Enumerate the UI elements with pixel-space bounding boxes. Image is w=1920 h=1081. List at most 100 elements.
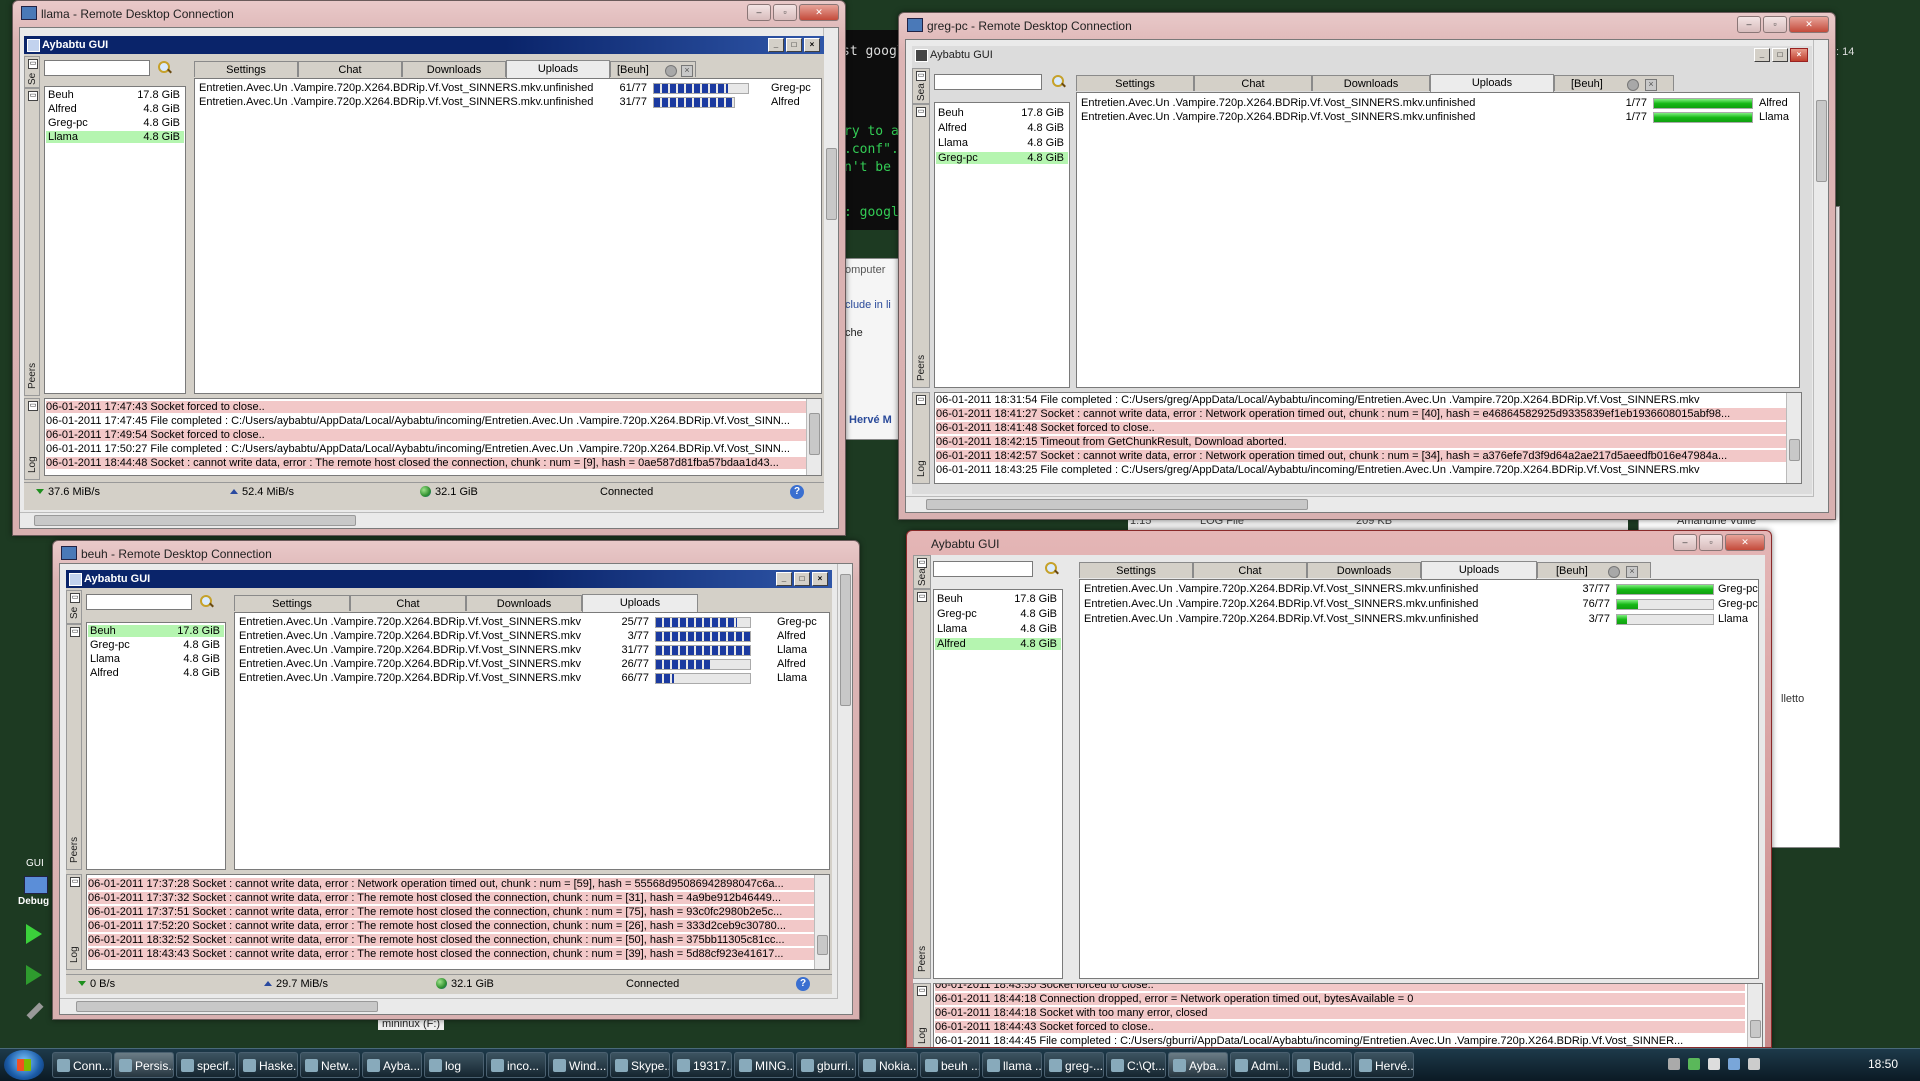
taskbar-item[interactable]: 19317... <box>672 1052 732 1078</box>
tab-chat[interactable]: Chat <box>1193 562 1307 578</box>
taskbar-item[interactable]: inco... <box>486 1052 546 1078</box>
peers-dock-tab[interactable]: ▭ Peers <box>913 589 931 979</box>
pin-icon[interactable]: ▭ <box>916 395 926 405</box>
tab-beuh[interactable]: [Beuh] × <box>1537 562 1651 578</box>
tab-chat[interactable]: Chat <box>298 61 402 77</box>
taskbar-item[interactable]: MING... <box>734 1052 794 1078</box>
rdp-window-greg-pc[interactable]: greg-pc - Remote Desktop Connection – ▫ … <box>898 12 1836 520</box>
upload-row[interactable]: Entretien.Avec.Un .Vampire.720p.X264.BDR… <box>237 616 827 628</box>
peer-row[interactable]: Beuh 17.8 GiB <box>935 593 1061 605</box>
app-maximize-button[interactable]: □ <box>786 38 802 52</box>
pin-icon[interactable]: ▭ <box>917 986 927 996</box>
taskbar-item[interactable]: log <box>424 1052 484 1078</box>
peers-dock-tab[interactable]: ▭ Peers <box>24 88 40 396</box>
pin-icon[interactable]: ▭ <box>70 877 80 887</box>
search-icon[interactable] <box>156 60 172 76</box>
upload-row[interactable]: Entretien.Avec.Un .Vampire.720p.X264.BDR… <box>1082 583 1758 595</box>
local-aybabtu-window[interactable]: Aybabtu GUI – ▫ ✕ ▭ Sea ▭ Peers Beuh 17.8 G… <box>906 530 1772 1048</box>
start-button[interactable] <box>4 1050 44 1080</box>
rdp-vertical-scrollbar[interactable] <box>1813 40 1828 496</box>
network-icon[interactable] <box>1728 1058 1740 1070</box>
taskbar-item[interactable]: Budd... <box>1292 1052 1352 1078</box>
taskbar-item[interactable]: Admi... <box>1230 1052 1290 1078</box>
clock[interactable]: 18:50 <box>1868 1057 1898 1071</box>
maximize-button[interactable]: ▫ <box>1699 534 1723 551</box>
search-input[interactable] <box>44 60 150 76</box>
tab-downloads[interactable]: Downloads <box>1312 75 1430 91</box>
tab-downloads[interactable]: Downloads <box>466 595 582 611</box>
pin-icon[interactable]: ▭ <box>28 401 38 411</box>
log-scrollbar[interactable] <box>1747 984 1762 1047</box>
app-maximize-button[interactable]: □ <box>1772 48 1788 62</box>
rdp-vertical-scrollbar[interactable] <box>837 564 852 998</box>
taskbar-item[interactable]: llama ... <box>982 1052 1042 1078</box>
tray-icon[interactable] <box>1688 1058 1700 1070</box>
rdp-horizontal-scrollbar[interactable] <box>906 496 1814 511</box>
peer-row[interactable]: Llama 4.8 GiB <box>935 623 1061 635</box>
debug-icon[interactable] <box>24 876 48 894</box>
close-tab-icon[interactable]: × <box>1645 79 1657 91</box>
close-tab-icon[interactable]: × <box>1626 566 1638 578</box>
rdp-vertical-scrollbar[interactable] <box>823 28 838 512</box>
peer-row[interactable]: Beuh 17.8 GiB <box>46 89 184 101</box>
upload-row[interactable]: Entretien.Avec.Un .Vampire.720p.X264.BDR… <box>1079 111 1797 123</box>
log-dock-tab[interactable]: ▭ Log <box>912 392 930 484</box>
pin-icon[interactable]: ▭ <box>70 627 80 637</box>
taskbar-item[interactable]: Skype... <box>610 1052 670 1078</box>
maximize-button[interactable]: ▫ <box>773 4 797 21</box>
app-maximize-button[interactable]: □ <box>794 572 810 586</box>
tab-beuh[interactable]: [Beuh] × <box>1554 75 1674 91</box>
peer-row-selected[interactable]: Llama 4.8 GiB <box>46 131 184 143</box>
pin-icon[interactable]: ▭ <box>917 592 927 602</box>
pin-icon[interactable]: ▭ <box>28 91 38 101</box>
taskbar-item[interactable]: Conn... <box>52 1052 112 1078</box>
peer-row[interactable]: Greg-pc 4.8 GiB <box>46 117 184 129</box>
taskbar-item[interactable]: Wind... <box>548 1052 608 1078</box>
peer-row-selected[interactable]: Greg-pc 4.8 GiB <box>936 152 1068 164</box>
search-icon[interactable] <box>1043 561 1059 577</box>
build-icon[interactable] <box>26 1002 44 1020</box>
minimize-button[interactable]: – <box>1737 16 1761 33</box>
tab-chat[interactable]: Chat <box>1194 75 1312 91</box>
upload-row[interactable]: Entretien.Avec.Un .Vampire.720p.X264.BDR… <box>197 96 819 108</box>
peer-row-selected[interactable]: Alfred 4.8 GiB <box>935 638 1061 650</box>
taskbar-item[interactable]: Nokia... <box>858 1052 918 1078</box>
search-dock-tab[interactable]: ▭ Sea <box>912 68 930 104</box>
taskbar-item[interactable]: Hervé... <box>1354 1052 1414 1078</box>
app-minimize-button[interactable]: _ <box>1754 48 1770 62</box>
taskbar-item[interactable]: Netw... <box>300 1052 360 1078</box>
tab-uploads[interactable]: Uploads <box>1430 74 1554 92</box>
taskbar-item[interactable]: greg-... <box>1044 1052 1104 1078</box>
upload-row[interactable]: Entretien.Avec.Un .Vampire.720p.X264.BDR… <box>1082 613 1756 625</box>
peer-row[interactable]: Llama 4.8 GiB <box>88 653 224 665</box>
rdp-window-llama[interactable]: llama - Remote Desktop Connection – ▫ ✕ … <box>12 0 846 536</box>
pin-icon[interactable]: ▭ <box>70 593 80 603</box>
peer-row[interactable]: Alfred 4.8 GiB <box>46 103 184 115</box>
close-button[interactable]: ✕ <box>1789 16 1829 33</box>
tab-settings[interactable]: Settings <box>194 61 298 77</box>
rdp-horizontal-scrollbar[interactable] <box>60 998 838 1013</box>
run-icon[interactable] <box>26 924 42 944</box>
taskbar-item[interactable]: Ayba... <box>362 1052 422 1078</box>
upload-row[interactable]: Entretien.Avec.Un .Vampire.720p.X264.BDR… <box>237 658 827 670</box>
app-close-button[interactable]: × <box>804 38 820 52</box>
peer-row[interactable]: Greg-pc 4.8 GiB <box>935 608 1061 620</box>
help-icon[interactable]: ? <box>796 977 810 991</box>
tab-beuh[interactable]: [Beuh] × <box>610 61 696 77</box>
search-icon[interactable] <box>1050 74 1066 90</box>
taskbar-item[interactable]: gburri... <box>796 1052 856 1078</box>
tab-downloads[interactable]: Downloads <box>402 61 506 77</box>
search-dock-tab[interactable]: ▭ Se <box>24 56 40 88</box>
upload-row[interactable]: Entretien.Avec.Un .Vampire.720p.X264.BDR… <box>237 672 827 684</box>
tab-uploads[interactable]: Uploads <box>582 594 698 612</box>
help-icon[interactable]: ? <box>790 485 804 499</box>
pin-icon[interactable]: ▭ <box>916 107 926 117</box>
upload-row[interactable]: Entretien.Avec.Un .Vampire.720p.X264.BDR… <box>237 630 827 642</box>
peer-row[interactable]: Alfred 4.8 GiB <box>936 122 1068 134</box>
close-button[interactable]: ✕ <box>799 4 839 21</box>
search-icon[interactable] <box>198 594 214 610</box>
app-minimize-button[interactable]: _ <box>776 572 792 586</box>
rdp-window-beuh[interactable]: beuh - Remote Desktop Connection Aybabtu… <box>52 540 860 1020</box>
app-minimize-button[interactable]: _ <box>768 38 784 52</box>
search-input[interactable] <box>86 594 192 610</box>
